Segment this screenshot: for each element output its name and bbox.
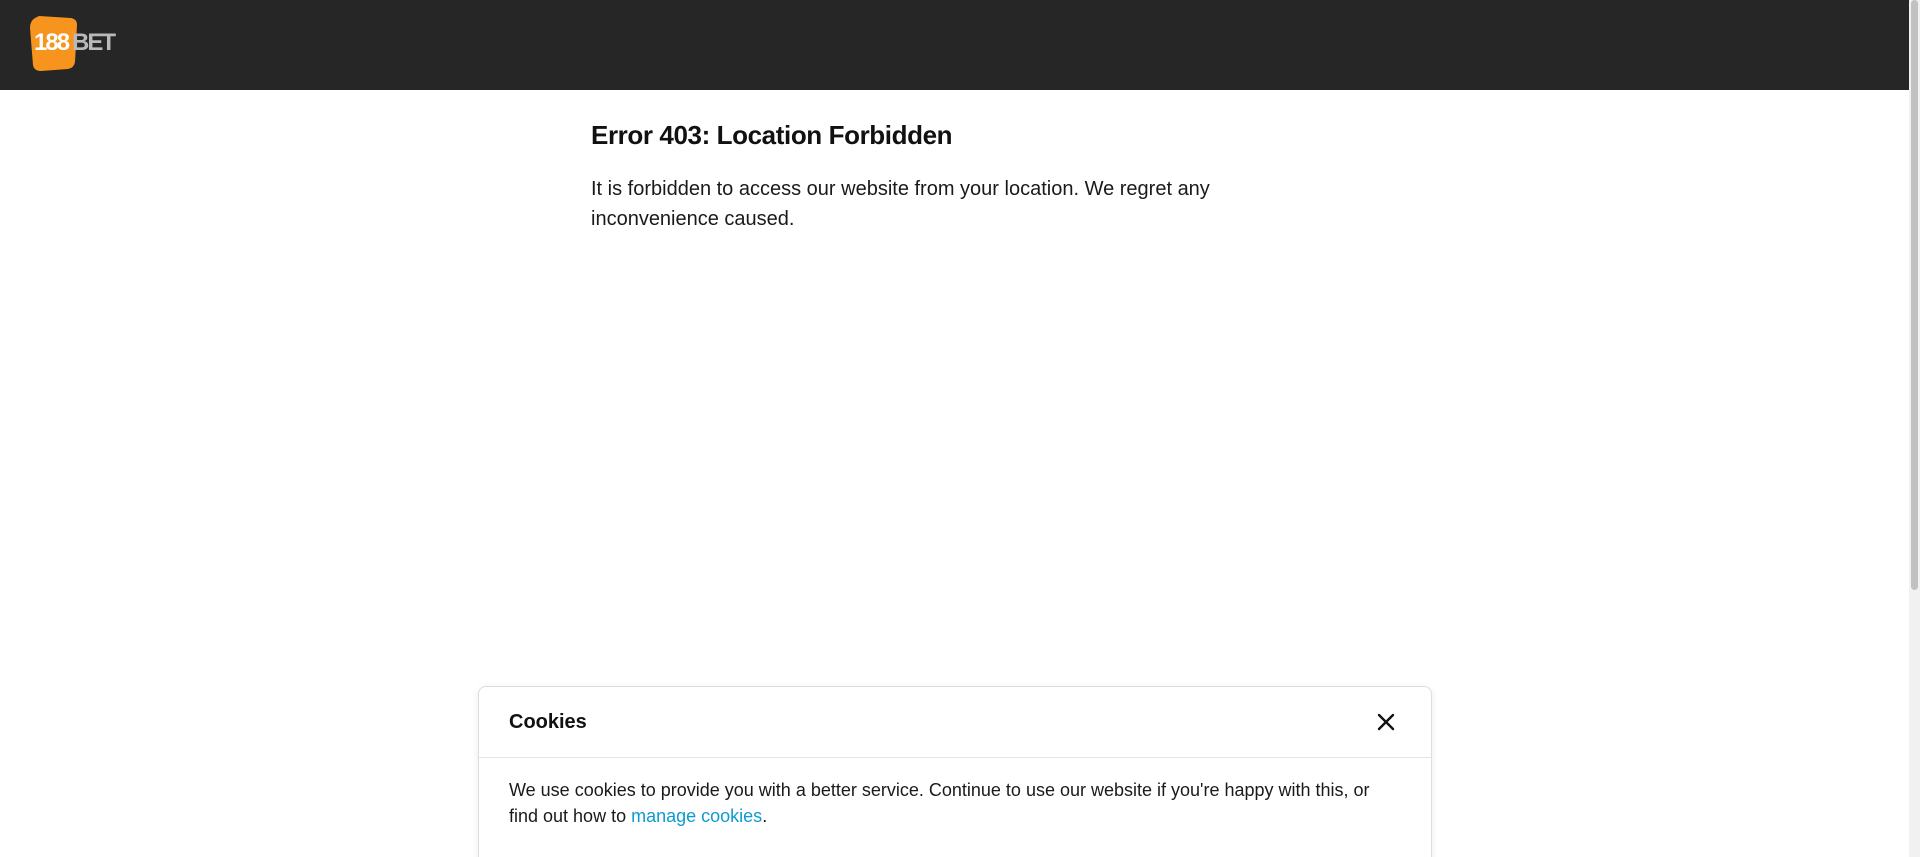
- error-title: Error 403: Location Forbidden: [591, 120, 953, 150]
- manage-cookies-link[interactable]: manage cookies: [631, 806, 762, 826]
- logo-number: 188: [34, 29, 70, 56]
- error-content: Error 403: Location Forbidden It is forb…: [591, 116, 1311, 234]
- cookie-text-after: .: [762, 806, 768, 826]
- page: 188 BET Error 403: Location Forbidden It…: [0, 0, 1920, 857]
- cookie-banner: Cookies We use cookies to provide you wi…: [478, 686, 1432, 857]
- cookie-banner-title: Cookies: [509, 711, 587, 733]
- close-cookie-banner-button[interactable]: [1371, 707, 1401, 737]
- scrollbar-thumb[interactable]: [1911, 0, 1918, 590]
- site-logo[interactable]: 188 BET: [29, 14, 119, 72]
- page-scrollbar[interactable]: [1909, 0, 1920, 857]
- error-message: It is forbidden to access our website fr…: [591, 178, 1210, 230]
- logo-word: BET: [72, 29, 116, 56]
- cookie-banner-text: We use cookies to provide you with a bet…: [509, 777, 1399, 829]
- close-icon: [1377, 713, 1395, 731]
- cookie-banner-header: Cookies: [479, 687, 1431, 758]
- top-header-bar: 188 BET: [0, 0, 1909, 90]
